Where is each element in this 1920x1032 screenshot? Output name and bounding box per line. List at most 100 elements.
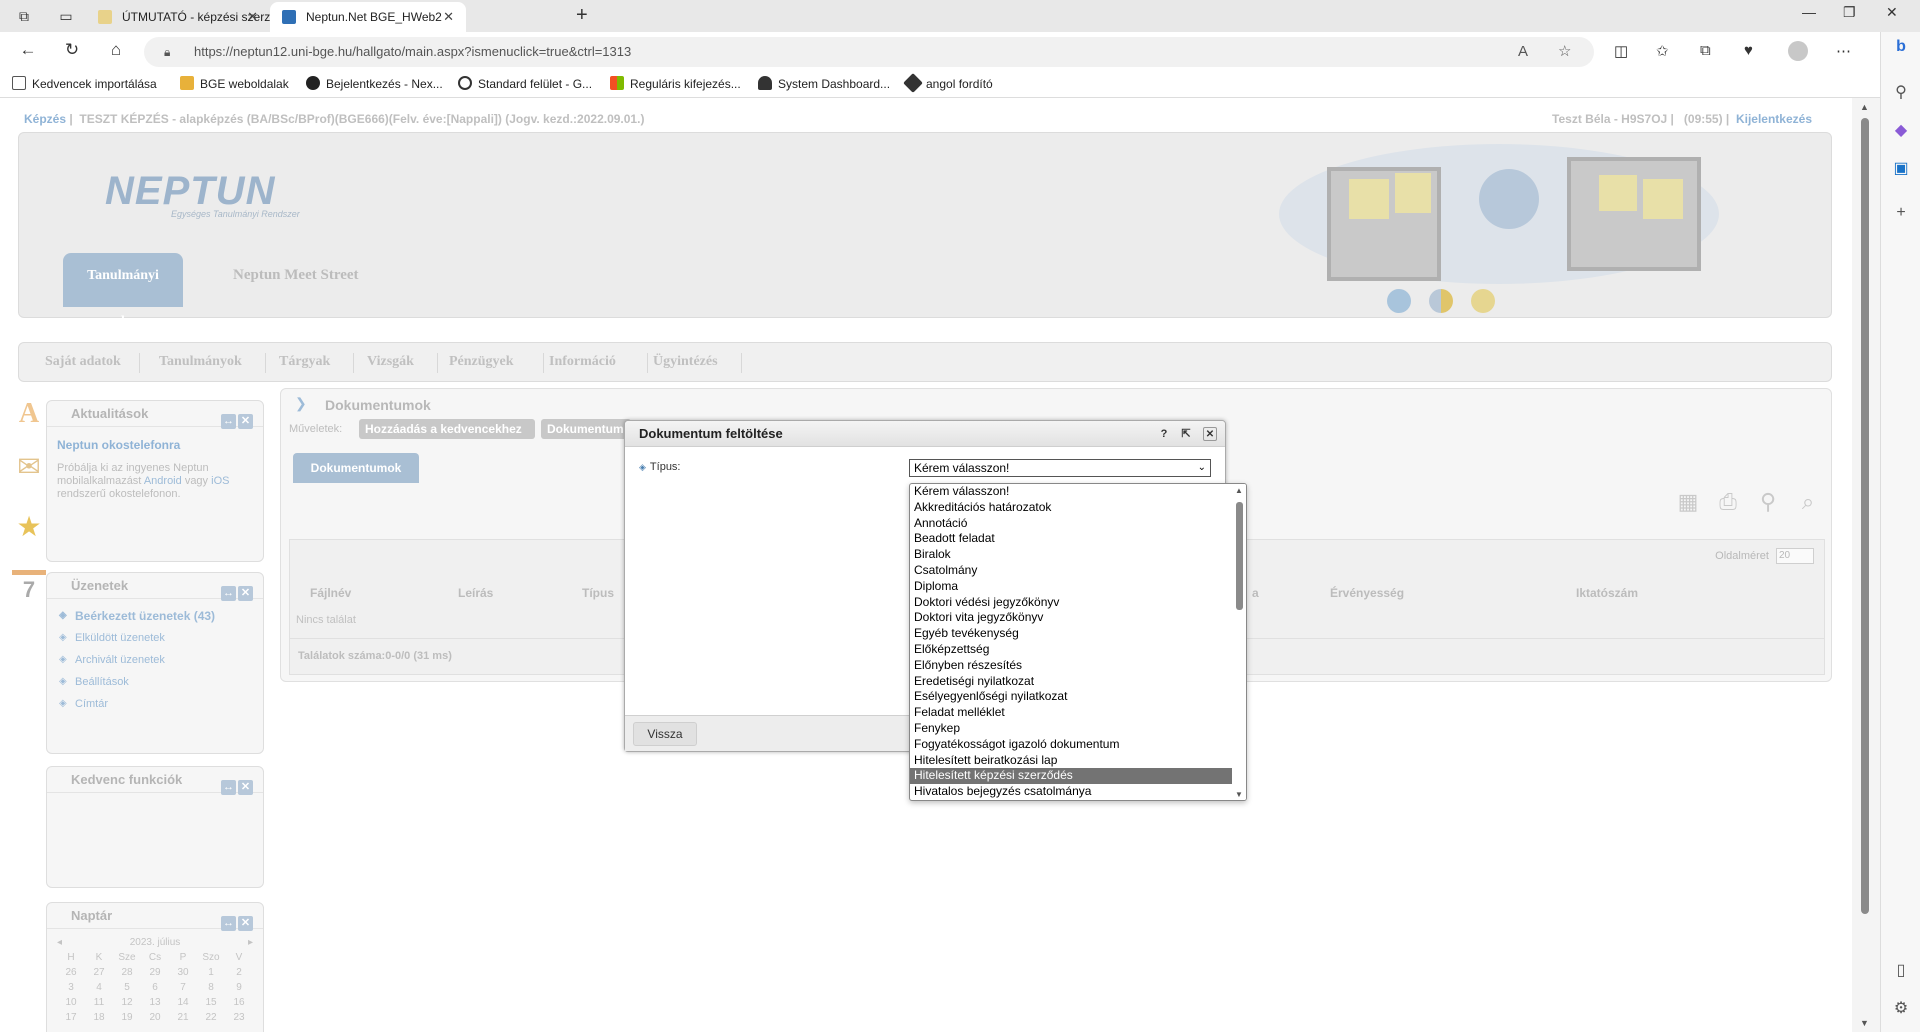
dropdown-scroll-thumb[interactable] bbox=[1236, 502, 1243, 610]
bookmark-item[interactable]: Reguláris kifejezés... bbox=[610, 76, 741, 91]
logout-link[interactable]: Kijelentkezés bbox=[1736, 112, 1812, 126]
android-link[interactable]: Android bbox=[144, 475, 182, 487]
bookmark-item[interactable]: angol fordító bbox=[903, 73, 993, 93]
home-icon[interactable]: ⌂ bbox=[104, 40, 128, 60]
scroll-down-icon[interactable]: ▼ bbox=[1235, 790, 1243, 799]
meet-street-link[interactable]: Neptun Meet Street bbox=[233, 267, 359, 284]
dropdown-option[interactable]: Beadott feladat bbox=[910, 531, 1233, 547]
calendar-day[interactable]: 23 bbox=[225, 1012, 253, 1023]
document-button[interactable]: Dokumentum bbox=[541, 419, 631, 439]
calendar-day[interactable]: 3 bbox=[57, 982, 85, 993]
split-screen-icon[interactable]: ◫ bbox=[1614, 42, 1628, 60]
add-icon[interactable]: + bbox=[1891, 204, 1911, 222]
calendar-day[interactable]: 6 bbox=[141, 982, 169, 993]
pin-icon[interactable]: ⚲ bbox=[1753, 489, 1783, 519]
calendar-icon[interactable]: 7 bbox=[12, 570, 46, 608]
news-headline[interactable]: Neptun okostelefonra bbox=[57, 439, 253, 452]
language-icon[interactable] bbox=[1429, 289, 1453, 313]
column-header[interactable]: a bbox=[1252, 586, 1259, 600]
calendar-day[interactable]: 2 bbox=[225, 967, 253, 978]
settings-link[interactable]: ◈ Beállítások bbox=[57, 671, 253, 693]
column-header[interactable]: Iktatószám bbox=[1576, 586, 1638, 600]
calendar-day[interactable]: 16 bbox=[225, 997, 253, 1008]
dropdown-option[interactable]: Hitelesített beiratkozási lap bbox=[910, 753, 1233, 769]
calendar-day[interactable]: 10 bbox=[57, 997, 85, 1008]
workspaces-icon[interactable]: ⧉ bbox=[14, 6, 34, 26]
calendar-day[interactable]: 22 bbox=[197, 1012, 225, 1023]
dropdown-option[interactable]: Biralok bbox=[910, 547, 1233, 563]
excel-export-icon[interactable]: ▦ bbox=[1673, 489, 1703, 519]
extensions-icon[interactable]: ♥ bbox=[1744, 42, 1753, 59]
browser-tab-neptun[interactable]: Neptun.Net BGE_HWeb2 ✕ bbox=[270, 2, 466, 32]
url-field[interactable]: 🔒︎ https://neptun12.uni-bge.hu/hallgato/… bbox=[144, 37, 1594, 67]
bookmark-item[interactable]: Standard felület - G... bbox=[458, 76, 592, 91]
print-icon[interactable]: ⎙ bbox=[1713, 489, 1743, 519]
popout-icon[interactable]: ⇱ bbox=[1179, 427, 1193, 441]
column-header[interactable]: Leírás bbox=[458, 586, 493, 600]
calendar-day[interactable]: 12 bbox=[113, 997, 141, 1008]
sent-link[interactable]: ◈ Elküldött üzenetek bbox=[57, 627, 253, 649]
dropdown-option[interactable]: Csatolmány bbox=[910, 563, 1233, 579]
minimize-icon[interactable]: — bbox=[1802, 4, 1816, 20]
dropdown-option[interactable]: Fogyatékosságot igazoló dokumentum bbox=[910, 737, 1233, 753]
dropdown-option[interactable]: Esélyegyenlőségi nyilatkozat bbox=[910, 689, 1233, 705]
training-link[interactable]: Képzés bbox=[24, 112, 66, 126]
menu-ugyintezes[interactable]: Ügyintézés bbox=[653, 354, 718, 370]
scroll-up-icon[interactable]: ▲ bbox=[1235, 486, 1243, 495]
dropdown-option[interactable]: Kérem válasszon! bbox=[910, 484, 1233, 500]
restore-icon[interactable]: ❐ bbox=[1843, 4, 1856, 21]
calendar-day[interactable]: 4 bbox=[85, 982, 113, 993]
directory-link[interactable]: ◈ Címtár bbox=[57, 693, 253, 715]
calendar-day[interactable]: 19 bbox=[113, 1012, 141, 1023]
page-scrollbar[interactable]: ▲ ▼ bbox=[1852, 98, 1880, 1032]
expand-icon[interactable]: ↔ bbox=[221, 414, 236, 429]
calendar-day[interactable]: 8 bbox=[197, 982, 225, 993]
type-dropdown-list[interactable]: Kérem válasszon! Akkreditációs határozato… bbox=[909, 483, 1247, 801]
sidebar-toggle-icon[interactable]: ▯ bbox=[1891, 960, 1911, 980]
close-icon[interactable]: ✕ bbox=[238, 586, 253, 601]
calendar-day[interactable]: 29 bbox=[141, 967, 169, 978]
outlook-icon[interactable]: ▣ bbox=[1891, 158, 1911, 178]
calendar-day[interactable]: 20 bbox=[141, 1012, 169, 1023]
theme-icon[interactable] bbox=[1471, 289, 1495, 313]
menu-penzugyek[interactable]: Pénzügyek bbox=[449, 354, 514, 370]
tab-actions-icon[interactable]: ▭ bbox=[56, 6, 76, 26]
help-icon[interactable]: ? bbox=[1157, 427, 1171, 441]
favorite-star-icon[interactable]: ☆ bbox=[1558, 37, 1571, 67]
calendar-day[interactable]: 18 bbox=[85, 1012, 113, 1023]
column-header[interactable]: Fájlnév bbox=[310, 586, 351, 600]
bookmark-item[interactable]: Bejelentkezés - Nex... bbox=[306, 76, 443, 91]
page-size-select[interactable]: 20 bbox=[1776, 548, 1814, 564]
menu-informacio[interactable]: Információ bbox=[549, 354, 616, 370]
dropdown-option[interactable]: Előképzettség bbox=[910, 642, 1233, 658]
search-icon[interactable]: ⌕ bbox=[1793, 489, 1823, 519]
bookmark-item[interactable]: BGE weboldalak bbox=[180, 76, 289, 91]
tab-documents[interactable]: Dokumentumok bbox=[293, 453, 419, 483]
close-icon[interactable]: ✕ bbox=[247, 2, 258, 32]
menu-tanulmanyok[interactable]: Tanulmányok bbox=[159, 354, 242, 370]
dropdown-option[interactable]: Doktori vita jegyzőkönyv bbox=[910, 610, 1233, 626]
calendar-day[interactable]: 11 bbox=[85, 997, 113, 1008]
next-month-icon[interactable]: ▸ bbox=[248, 937, 253, 948]
bing-icon[interactable]: b bbox=[1891, 38, 1911, 56]
inbox-link[interactable]: ◈ Beérkezett üzenetek (43) bbox=[57, 605, 253, 627]
close-icon[interactable]: ✕ bbox=[238, 780, 253, 795]
prev-month-icon[interactable]: ◂ bbox=[57, 937, 62, 948]
calendar-day[interactable]: 13 bbox=[141, 997, 169, 1008]
profile-avatar[interactable] bbox=[1788, 41, 1808, 61]
calendar-day[interactable]: 1 bbox=[197, 967, 225, 978]
new-tab-button[interactable]: + bbox=[576, 4, 588, 27]
bookmark-item[interactable]: System Dashboard... bbox=[758, 76, 890, 91]
type-select[interactable]: Kérem válasszon! ⌄ bbox=[909, 459, 1211, 477]
dropdown-option[interactable]: Fenykep bbox=[910, 721, 1233, 737]
more-menu-icon[interactable]: ⋯ bbox=[1836, 42, 1851, 60]
scroll-up-icon[interactable]: ▲ bbox=[1860, 102, 1869, 112]
globe-icon[interactable] bbox=[1387, 289, 1411, 313]
dropdown-option[interactable]: Doktori védési jegyzőkönyv bbox=[910, 595, 1233, 611]
calendar-day[interactable]: 5 bbox=[113, 982, 141, 993]
expand-icon[interactable]: ↔ bbox=[221, 586, 236, 601]
favorites-icon[interactable]: ✩ bbox=[1656, 42, 1669, 60]
column-header[interactable]: Típus bbox=[582, 586, 614, 600]
dropdown-option[interactable]: Feladat melléklet bbox=[910, 705, 1233, 721]
menu-vizsgak[interactable]: Vizsgák bbox=[367, 354, 414, 370]
